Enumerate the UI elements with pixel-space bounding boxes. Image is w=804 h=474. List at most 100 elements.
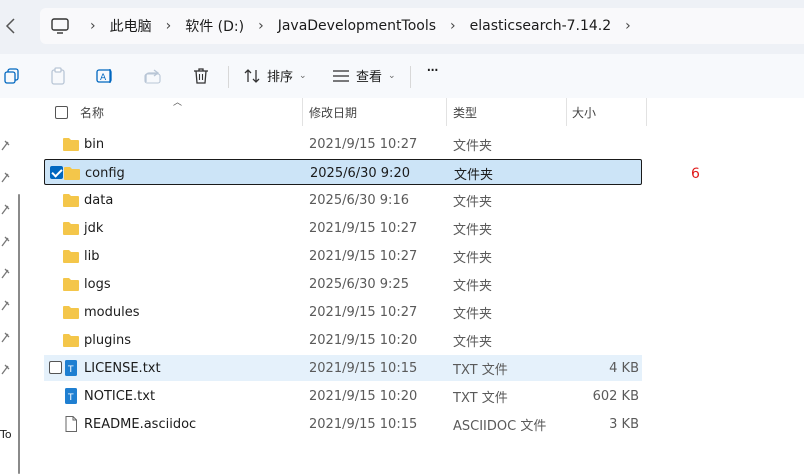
file-date: 2025/6/30 9:20 [310, 165, 410, 181]
file-type: 文件夹 [453, 306, 493, 322]
column-header-date[interactable]: 修改日期 [309, 98, 357, 126]
copy-button[interactable] [0, 64, 24, 88]
file-row[interactable]: jdk 2021/9/15 10:27 文件夹 [44, 215, 642, 241]
svg-text:A: A [100, 73, 107, 83]
breadcrumb-separator[interactable]: › [166, 18, 172, 34]
paste-button[interactable] [46, 64, 70, 88]
more-options-button[interactable]: ··· [426, 60, 439, 81]
rename-button[interactable]: A [93, 64, 117, 88]
breadcrumb-separator[interactable]: › [450, 18, 456, 34]
breadcrumb-item-elasticsearch[interactable]: elasticsearch-7.14.2 [470, 18, 612, 34]
column-header-type[interactable]: 类型 [453, 98, 477, 126]
folder-icon [63, 306, 79, 319]
file-date: 2021/9/15 10:15 [309, 416, 418, 432]
toolbar-divider [228, 66, 229, 88]
sort-label: 排序 [267, 70, 294, 85]
breadcrumb[interactable]: › 此电脑 › 软件 (D:) › JavaDevelopmentTools ›… [40, 8, 804, 44]
file-row[interactable]: logs 2025/6/30 9:25 文件夹 [44, 271, 642, 297]
file-date: 2021/9/15 10:20 [309, 332, 418, 348]
file-row[interactable]: T NOTICE.txt 2021/9/15 10:20 TXT 文件 602 … [44, 383, 642, 409]
file-size: 4 KB [609, 360, 639, 376]
file-size [544, 299, 639, 325]
pin-icon[interactable] [0, 172, 10, 184]
column-divider[interactable] [566, 98, 567, 126]
file-type: 文件夹 [453, 250, 493, 266]
file-row[interactable]: modules 2021/9/15 10:27 文件夹 [44, 299, 642, 325]
file-date: 2021/9/15 10:27 [309, 304, 418, 320]
file-size: 3 KB [609, 416, 639, 432]
column-divider[interactable] [646, 98, 647, 126]
chevron-down-icon: ⌄ [299, 70, 307, 81]
file-name: config [85, 165, 125, 181]
share-icon [144, 69, 161, 84]
folder-icon [64, 167, 80, 180]
select-all-checkbox[interactable] [55, 106, 68, 119]
file-type: 文件夹 [453, 194, 493, 210]
file-date: 2021/9/15 10:20 [309, 388, 418, 404]
text-file-icon: T [65, 388, 77, 404]
share-button[interactable] [141, 64, 165, 88]
breadcrumb-item-java-tools[interactable]: JavaDevelopmentTools [278, 18, 436, 34]
delete-button[interactable] [189, 64, 213, 88]
file-date: 2021/9/15 10:27 [309, 248, 418, 264]
folder-icon [63, 278, 79, 291]
toolbar-divider [410, 66, 411, 88]
breadcrumb-separator[interactable]: › [625, 18, 631, 34]
column-divider[interactable] [446, 98, 447, 126]
row-checkbox[interactable] [50, 166, 63, 179]
column-header-size[interactable]: 大小 [572, 98, 596, 126]
view-label: 查看 [356, 70, 383, 85]
file-row[interactable]: T LICENSE.txt 2021/9/15 10:15 TXT 文件 4 K… [44, 355, 642, 381]
file-name: logs [84, 276, 111, 292]
breadcrumb-item-drive-d[interactable]: 软件 (D:) [185, 16, 244, 36]
file-size [545, 160, 640, 186]
view-list-icon [333, 69, 349, 82]
pin-icon[interactable] [0, 140, 10, 152]
file-name: modules [84, 304, 140, 320]
file-row[interactable]: data 2025/6/30 9:16 文件夹 [44, 187, 642, 213]
svg-text:T: T [67, 393, 74, 403]
file-type: 文件夹 [453, 222, 493, 238]
file-row[interactable]: config 2025/6/30 9:20 文件夹 [44, 159, 642, 185]
nav-item-partial[interactable]: To [0, 428, 12, 441]
file-date: 2021/9/15 10:27 [309, 136, 418, 152]
file-name: LICENSE.txt [84, 360, 161, 376]
nav-scrollbar[interactable] [18, 194, 20, 474]
file-name: README.asciidoc [84, 416, 197, 432]
breadcrumb-separator[interactable]: › [258, 18, 264, 34]
pin-icon[interactable] [0, 204, 10, 216]
document-icon [65, 416, 77, 432]
annotation-label: 6 [691, 166, 700, 182]
file-row[interactable]: lib 2021/9/15 10:27 文件夹 [44, 243, 642, 269]
folder-icon [63, 250, 79, 263]
file-type: 文件夹 [453, 334, 493, 350]
file-row[interactable]: plugins 2021/9/15 10:20 文件夹 [44, 327, 642, 353]
sort-button[interactable]: 排序 ⌄ [243, 66, 307, 85]
sort-ascending-icon: ︿ [173, 98, 183, 108]
pin-icon[interactable] [0, 236, 10, 248]
chevron-left-icon[interactable] [4, 16, 18, 36]
file-date: 2025/6/30 9:16 [309, 192, 409, 208]
view-button[interactable]: 查看 ⌄ [332, 66, 396, 85]
folder-icon [63, 138, 79, 151]
file-type: TXT 文件 [453, 362, 508, 378]
pin-icon[interactable] [0, 268, 10, 280]
breadcrumb-item-this-pc[interactable]: 此电脑 [110, 16, 152, 36]
folder-icon [63, 222, 79, 235]
file-row[interactable]: bin 2021/9/15 10:27 文件夹 [44, 131, 642, 157]
file-date: 2021/9/15 10:27 [309, 220, 418, 236]
file-date: 2021/9/15 10:15 [309, 360, 418, 376]
pin-icon[interactable] [0, 364, 10, 376]
row-checkbox[interactable] [49, 361, 62, 374]
file-name: plugins [84, 332, 131, 348]
file-row[interactable]: README.asciidoc 2021/9/15 10:15 ASCIIDOC… [44, 411, 642, 437]
column-header-name[interactable]: 名称 [80, 98, 104, 126]
breadcrumb-separator[interactable]: › [90, 18, 96, 34]
pin-icon[interactable] [0, 332, 10, 344]
column-divider[interactable] [302, 98, 303, 126]
file-name: NOTICE.txt [84, 388, 156, 404]
pin-icon[interactable] [0, 300, 10, 312]
computer-icon[interactable] [50, 16, 70, 36]
command-bar: A 排序 ⌄ 查看 ⌄ ··· [0, 54, 804, 98]
svg-text:T: T [67, 365, 74, 375]
